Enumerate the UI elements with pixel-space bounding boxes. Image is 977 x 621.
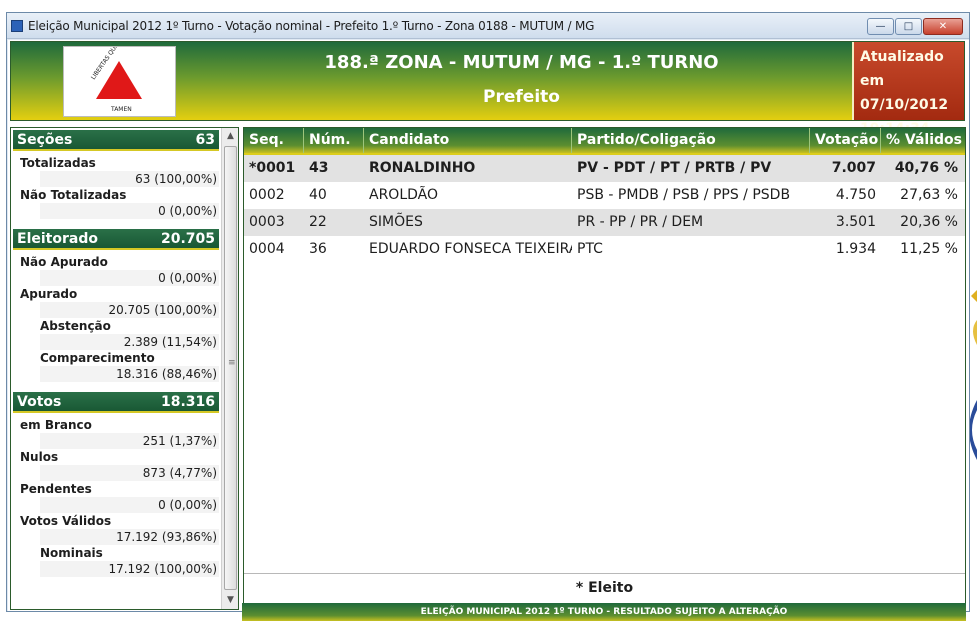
app-window: Eleição Municipal 2012 1º Turno - Votaçã… [6,12,970,621]
col-candidato[interactable]: Candidato [364,128,572,153]
cell-partido: PTC [577,241,603,257]
nao-apurado-label: Não Apurado [20,255,108,269]
votos-value: 18.316 [160,393,215,410]
validos-label: Votos Válidos [20,514,112,528]
cell-votacao: 7.007 [831,160,876,176]
cell-num: 40 [309,187,327,203]
scroll-down-icon[interactable]: ▼ [222,592,238,609]
nao-totalizadas-value: 0 (0,00%) [40,203,219,219]
cell-votacao: 1.934 [835,241,876,257]
eleitorado-label: Eleitorado [17,230,98,247]
nulos-value: 873 (4,77%) [40,465,219,481]
maximize-button[interactable]: □ [895,18,922,35]
client-area: LIBERTAS QUÆ SERA TAMEN 188.ª ZONA - MUT… [8,25,969,621]
cell-num: 43 [309,160,329,176]
table-header: Seq. Núm. Candidato Partido/Coligação Vo… [244,128,965,155]
nulos-label: Nulos [20,450,59,464]
secoes-label: Seções [17,131,73,148]
table-row[interactable]: 0004 36 EDUARDO FONSECA TEIXEIRA PTC 1.9… [244,236,965,263]
pendentes-value: 0 (0,00%) [40,497,219,513]
col-seq[interactable]: Seq. [244,128,304,153]
header-banner: LIBERTAS QUÆ SERA TAMEN 188.ª ZONA - MUT… [10,25,965,137]
cell-candidato: SIMÕES [369,214,423,230]
eleitorado-header: Eleitorado 20.705 [13,229,219,250]
col-num[interactable]: Núm. [304,128,364,153]
apurado-label: Apurado [20,287,78,301]
col-partido[interactable]: Partido/Coligação [572,128,810,153]
app-icon [11,19,23,32]
scroll-thumb[interactable]: ≡ [224,146,237,590]
updated-date: 07/10/2012 [860,97,949,113]
cell-seq: 0004 [249,241,285,257]
grip-icon: ≡ [228,358,236,368]
updated-label: Atualizado em [860,49,944,89]
status-bar: ELEIÇÃO MUNICIPAL 2012 1º TURNO - RESULT… [242,603,966,621]
votos-header: Votos 18.316 [13,392,219,413]
flag-logo: LIBERTAS QUÆ SERA TAMEN [63,25,176,117]
cell-candidato: RONALDINHO [369,160,476,176]
apurado-value: 20.705 (100,00%) [40,302,219,318]
elected-footnote: * Eleito [244,573,965,601]
header-title-area: 188.ª ZONA - MUTUM / MG - 1.º TURNO Pref… [191,42,852,120]
col-pct-validos[interactable]: % Válidos [881,128,963,153]
cell-num: 36 [309,241,327,257]
branco-label: em Branco [20,418,92,432]
cell-pct: 11,25 % [900,241,958,257]
table-row[interactable]: 0002 40 AROLDÃO PSB - PMDB / PSB / PPS /… [244,182,965,209]
cell-candidato: AROLDÃO [369,187,439,203]
page-subtitle: Prefeito [483,87,560,107]
validos-value: 17.192 (93,86%) [40,529,219,545]
secoes-value: 63 [195,131,215,148]
sidebar-scrollbar[interactable]: ▲ ≡ ▼ [221,128,238,609]
totalizadas-value: 63 (100,00%) [40,171,219,187]
nao-apurado-value: 0 (0,00%) [40,270,219,286]
table-row[interactable]: *0001 43 RONALDINHO PV - PDT / PT / PRTB… [244,155,965,182]
close-button[interactable]: ✕ [923,18,963,35]
eleitorado-value: 20.705 [160,230,215,247]
header-logo-area: LIBERTAS QUÆ SERA TAMEN [11,25,191,120]
cell-seq: *0001 [249,160,296,176]
window-titlebar[interactable]: Eleição Municipal 2012 1º Turno - Votaçã… [7,13,969,39]
cell-partido: PV - PDT / PT / PRTB / PV [577,160,772,176]
cell-votacao: 4.750 [835,187,876,203]
cell-partido: PR - PP / PR / DEM [577,214,704,230]
scroll-up-icon[interactable]: ▲ [222,128,238,145]
abstencao-value: 2.389 (11,54%) [40,334,219,350]
nominais-label: Nominais [40,546,103,560]
cell-seq: 0003 [249,214,285,230]
cell-pct: 20,36 % [900,214,958,230]
update-info: Atualizado em 07/10/2012 19:14:34 [852,42,964,137]
cell-pct: 40,76 % [894,160,958,176]
cell-seq: 0002 [249,187,285,203]
page-title: 188.ª ZONA - MUTUM / MG - 1.º TURNO [324,52,719,73]
branco-value: 251 (1,37%) [40,433,219,449]
cell-votacao: 3.501 [835,214,876,230]
cell-partido: PSB - PMDB / PSB / PPS / PSDB [577,187,791,203]
table-row[interactable]: 0003 22 SIMÕES PR - PP / PR / DEM 3.501 … [244,209,965,236]
votos-label: Votos [17,393,62,410]
window-title: Eleição Municipal 2012 1º Turno - Votaçã… [28,18,595,33]
col-votacao[interactable]: Votação [810,128,881,153]
minimize-button[interactable]: — [867,18,894,35]
svg-text:TAMEN: TAMEN [110,106,132,113]
summary-panel: Seções 63 Totalizadas 63 (100,00%) Não T… [10,127,239,610]
nominais-value: 17.192 (100,00%) [40,561,219,577]
totalizadas-label: Totalizadas [20,156,96,170]
abstencao-label: Abstenção [40,319,111,333]
cell-candidato: EDUARDO FONSECA TEIXEIRA [369,241,572,257]
results-table: Seq. Núm. Candidato Partido/Coligação Vo… [243,127,966,610]
cell-num: 22 [309,214,327,230]
comparecimento-value: 18.316 (88,46%) [40,366,219,382]
nao-totalizadas-label: Não Totalizadas [20,188,127,202]
pendentes-label: Pendentes [20,482,92,496]
cell-pct: 27,63 % [900,187,958,203]
secoes-header: Seções 63 [13,130,219,151]
comparecimento-label: Comparecimento [40,351,155,365]
